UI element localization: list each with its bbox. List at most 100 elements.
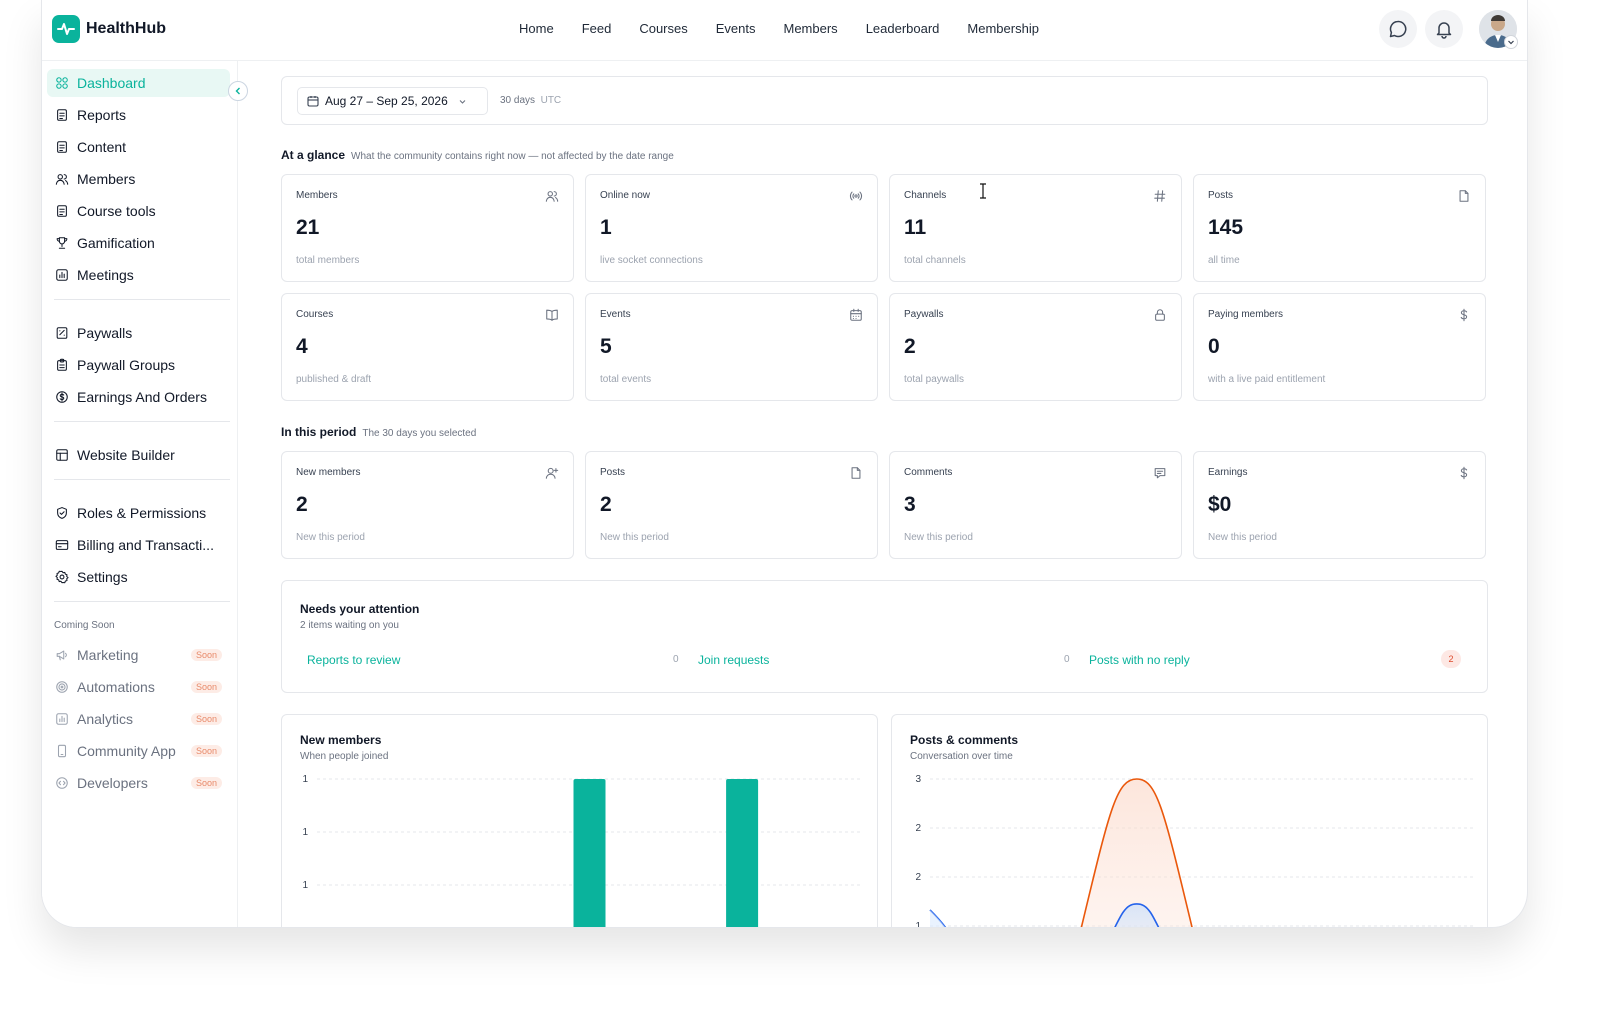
comment-icon	[1154, 468, 1166, 479]
sidebar-item-paywalls[interactable]: Paywalls	[47, 319, 230, 347]
y-tick-label: 2	[915, 823, 921, 834]
chevron-down-icon	[459, 99, 466, 104]
stat-label: Online now	[600, 190, 651, 201]
sidebar-item-analytics[interactable]: Analytics Soon	[47, 705, 230, 733]
y-tick-label: 1	[915, 921, 921, 928]
account-menu-chevron[interactable]	[1504, 35, 1518, 49]
nav-courses[interactable]: Courses	[639, 21, 687, 36]
sidebar-item-website-builder[interactable]: Website Builder	[47, 441, 230, 469]
stat-value: 1	[600, 216, 612, 239]
pulse-logo-icon	[52, 15, 80, 43]
stat-value: 21	[296, 216, 320, 239]
sidebar-item-roles-permissions[interactable]: Roles & Permissions	[47, 499, 230, 527]
sidebar-item-community-app[interactable]: Community App Soon	[47, 737, 230, 765]
bar-chart-svg: 1 1 1	[302, 774, 862, 928]
chevron-left-icon	[235, 87, 240, 95]
chat-button[interactable]	[1379, 10, 1417, 48]
soon-badge: Soon	[190, 745, 222, 757]
document-icon	[57, 205, 67, 217]
stat-card-events: Events 5 total events	[585, 293, 878, 401]
stat-caption: published & draft	[296, 374, 372, 385]
sidebar-item-settings[interactable]: Settings	[47, 563, 230, 591]
sidebar-item-label: Analytics	[77, 711, 134, 727]
stat-caption: New this period	[1208, 532, 1277, 543]
sidebar: Dashboard Reports Content Members Course too…	[42, 61, 238, 927]
nav-feed[interactable]: Feed	[582, 21, 612, 36]
y-tick-label: 1	[302, 774, 308, 785]
nav-home[interactable]: Home	[519, 21, 554, 36]
stat-card-earnings: Earnings $0 New this period	[1193, 451, 1486, 559]
file-icon	[1459, 190, 1469, 202]
period-title: In this period	[281, 425, 357, 439]
logo[interactable]: HealthHub	[52, 15, 166, 43]
period-section-title: In this period The 30 days you selected	[281, 425, 476, 439]
broadcast-icon	[849, 191, 863, 201]
stat-caption: live socket connections	[600, 255, 703, 266]
grid-icon	[56, 77, 68, 89]
bar-0[interactable]	[573, 779, 606, 928]
stat-value: $0	[1208, 493, 1232, 516]
bar-1[interactable]	[726, 779, 759, 928]
date-range-picker[interactable]: Aug 27 – Sep 25, 2026	[297, 87, 488, 115]
sidebar-item-billing-and-transacti[interactable]: Billing and Transacti...	[47, 531, 230, 559]
sidebar-item-label: Course tools	[77, 203, 156, 219]
clipboard-icon	[57, 358, 67, 371]
new-members-chart: New members When people joined 111	[281, 714, 878, 928]
sidebar-item-label: Paywalls	[77, 325, 133, 341]
bell-icon	[1436, 22, 1452, 39]
nav-leaderboard[interactable]: Leaderboard	[866, 21, 940, 36]
sidebar-item-course-tools[interactable]: Course tools	[47, 197, 230, 225]
area-chart-svg: 3 2 2 1	[915, 774, 1474, 928]
attention-link-reports-to-review[interactable]: Reports to review	[307, 653, 400, 667]
card-icon	[55, 540, 69, 550]
stat-card-paying-members: Paying members 0 with a live paid entitlem…	[1193, 293, 1486, 401]
sidebar-item-paywall-groups[interactable]: Paywall Groups	[47, 351, 230, 379]
sidebar-item-members[interactable]: Members	[47, 165, 230, 193]
stat-value: 2	[600, 493, 612, 516]
glance-title: At a glance	[281, 148, 346, 162]
sidebar-item-reports[interactable]: Reports	[47, 101, 230, 129]
stat-label: Posts	[1208, 190, 1234, 201]
y-tick-label: 1	[302, 880, 308, 891]
notifications-button[interactable]	[1425, 10, 1463, 48]
sidebar-item-label: Developers	[77, 775, 148, 791]
dollar-icon	[1460, 466, 1468, 480]
layout-icon	[56, 449, 68, 461]
stat-label: Paying members	[1208, 309, 1284, 320]
sidebar-item-meetings[interactable]: Meetings	[47, 261, 230, 289]
sidebar-divider	[54, 601, 230, 602]
sidebar-item-label: Settings	[77, 569, 128, 585]
top-header: HealthHub Home Feed Courses Events Members Le…	[42, 0, 1527, 61]
sidebar-item-developers[interactable]: Developers Soon	[47, 769, 230, 797]
attention-count: 2	[1441, 650, 1461, 668]
nav-membership[interactable]: Membership	[967, 21, 1039, 36]
sidebar-item-label: Meetings	[77, 267, 134, 283]
stat-label: Events	[600, 309, 631, 320]
sidebar-item-content[interactable]: Content	[47, 133, 230, 161]
sidebar-item-label: Paywall Groups	[77, 357, 176, 373]
file-icon	[851, 467, 861, 479]
stat-card-new-members: New members 2 New this period	[281, 451, 574, 559]
sidebar-item-gamification[interactable]: Gamification	[47, 229, 230, 257]
collapse-sidebar-button[interactable]	[228, 81, 248, 101]
sidebar-item-marketing[interactable]: Marketing Soon	[47, 641, 230, 669]
stat-label: Members	[296, 190, 338, 201]
nav-members[interactable]: Members	[784, 21, 838, 36]
sidebar-item-label: Reports	[77, 107, 127, 123]
hash-icon	[1154, 190, 1166, 202]
sidebar-item-earnings-and-orders[interactable]: Earnings And Orders	[47, 383, 230, 411]
sidebar-item-dashboard[interactable]: Dashboard	[47, 69, 230, 97]
period-subtitle: The 30 days you selected	[362, 428, 477, 439]
attention-link-join-requests[interactable]: Join requests	[698, 653, 769, 667]
sidebar-item-label: Community App	[77, 743, 176, 759]
y-tick-label: 3	[915, 774, 921, 785]
stat-value: 4	[296, 335, 308, 358]
nav-events[interactable]: Events	[716, 21, 756, 36]
chevron-down-icon	[1508, 40, 1514, 45]
stat-caption: New this period	[600, 532, 669, 543]
sidebar-item-label: Gamification	[77, 235, 155, 251]
sidebar-item-automations[interactable]: Automations Soon	[47, 673, 230, 701]
stat-card-posts: Posts 2 New this period	[585, 451, 878, 559]
stat-value: 0	[1208, 335, 1220, 358]
attention-link-posts-with-no-reply[interactable]: Posts with no reply	[1089, 653, 1190, 667]
